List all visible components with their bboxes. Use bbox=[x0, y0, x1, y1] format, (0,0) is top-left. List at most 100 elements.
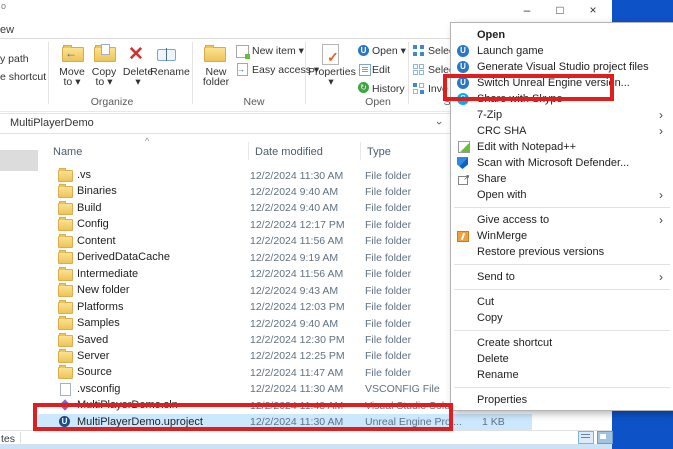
select-none-icon bbox=[413, 64, 424, 75]
menu-item-label: WinMerge bbox=[477, 230, 527, 242]
file-type: File folder bbox=[365, 219, 411, 231]
folder-icon bbox=[58, 186, 73, 198]
move-to-button[interactable]: ← bbox=[62, 47, 84, 62]
copy-to-label[interactable]: Copyto ▾ bbox=[88, 67, 120, 87]
menu-item-label: Share bbox=[477, 173, 506, 185]
history-button[interactable]: History bbox=[372, 83, 405, 95]
file-name: Samples bbox=[77, 317, 120, 329]
nav-pane-selected-item[interactable] bbox=[0, 150, 38, 171]
menu-item-open[interactable]: Open bbox=[451, 27, 673, 43]
menu-item-share[interactable]: Share bbox=[451, 171, 673, 187]
menu-item-edit-with-notepad[interactable]: Edit with Notepad++ bbox=[451, 139, 673, 155]
menu-separator bbox=[454, 207, 670, 208]
new-folder-icon[interactable] bbox=[204, 47, 226, 62]
menu-item-label: Edit with Notepad++ bbox=[477, 141, 576, 153]
new-folder-label[interactable]: Newfolder bbox=[196, 67, 236, 87]
close-button[interactable]: × bbox=[580, 0, 606, 20]
menu-item-launch-game[interactable]: ULaunch game bbox=[451, 43, 673, 59]
file-date-modified: 12/2/2024 9:19 AM bbox=[250, 252, 338, 264]
file-name: Server bbox=[77, 350, 109, 362]
file-type: File folder bbox=[365, 367, 411, 379]
annotation-box-uproject-row bbox=[33, 403, 453, 431]
select-all-icon bbox=[413, 45, 424, 56]
ribbon-group-divider bbox=[192, 42, 193, 104]
share-icon bbox=[458, 176, 468, 185]
menu-item-crc-sha[interactable]: CRC SHA› bbox=[451, 123, 673, 139]
file-date-modified: 12/2/2024 11:30 AM bbox=[250, 383, 343, 395]
properties-check-icon: ✓ bbox=[327, 49, 339, 66]
address-dropdown-chevron-icon[interactable]: › bbox=[433, 121, 445, 125]
menu-item-label: Open bbox=[477, 29, 505, 41]
copy-to-button[interactable] bbox=[94, 47, 116, 62]
file-date-modified: 12/2/2024 9:40 AM bbox=[250, 318, 338, 330]
taskbar-strip bbox=[0, 444, 612, 449]
folder-icon bbox=[58, 302, 73, 314]
menu-item-winmerge[interactable]: WinMerge bbox=[451, 228, 673, 244]
menu-item-generate-visual-studio-project-files[interactable]: UGenerate Visual Studio project files bbox=[451, 59, 673, 75]
column-divider[interactable] bbox=[248, 142, 249, 160]
menu-item-label: Generate Visual Studio project files bbox=[477, 61, 649, 73]
file-type: VSCONFIG File bbox=[365, 383, 440, 395]
column-header-date-modified[interactable]: Date modified bbox=[255, 146, 323, 158]
menu-item-send-to[interactable]: Send to › bbox=[451, 269, 673, 285]
file-name: Intermediate bbox=[77, 268, 138, 280]
menu-item-copy[interactable]: Copy bbox=[451, 310, 673, 326]
file-date-modified: 12/2/2024 9:40 AM bbox=[250, 186, 338, 198]
delete-icon[interactable]: ✕ bbox=[128, 45, 144, 64]
menu-item-delete[interactable]: Delete bbox=[451, 351, 673, 367]
paste-shortcut-button-fragment[interactable]: e shortcut bbox=[0, 71, 46, 83]
easy-access-icon bbox=[237, 63, 248, 76]
edit-icon bbox=[359, 64, 371, 76]
submenu-arrow-icon: › bbox=[659, 269, 663, 285]
menu-item-scan-with-microsoft-defender[interactable]: Scan with Microsoft Defender... bbox=[451, 155, 673, 171]
column-divider[interactable] bbox=[360, 142, 361, 160]
menu-separator bbox=[454, 264, 670, 265]
copy-path-button-fragment[interactable]: y path bbox=[0, 53, 29, 65]
properties-label[interactable]: Properties▾ bbox=[308, 67, 354, 87]
file-name: DerivedDataCache bbox=[77, 251, 170, 263]
move-to-label[interactable]: Moveto ▾ bbox=[54, 67, 90, 87]
file-type: File folder bbox=[365, 235, 411, 247]
new-item-button[interactable]: New item ▾ bbox=[252, 45, 304, 57]
menu-item-label: Send to bbox=[477, 271, 515, 283]
column-header-name[interactable]: Name bbox=[53, 146, 82, 158]
menu-item-properties[interactable]: Properties bbox=[451, 392, 673, 408]
file-type: File folder bbox=[365, 285, 411, 297]
status-bar-divider bbox=[20, 432, 21, 443]
file-date-modified: 12/2/2024 11:56 AM bbox=[250, 268, 343, 280]
edit-button[interactable]: Edit bbox=[372, 64, 390, 76]
tab-view-fragment[interactable]: ew bbox=[0, 24, 14, 36]
file-type: File folder bbox=[365, 202, 411, 214]
address-bar[interactable]: MultiPlayerDemo bbox=[10, 117, 94, 129]
menu-separator bbox=[454, 330, 670, 331]
ribbon-group-divider bbox=[48, 42, 49, 104]
open-button[interactable]: Open ▾ bbox=[372, 45, 406, 57]
column-header-type[interactable]: Type bbox=[367, 146, 391, 158]
menu-item-rename[interactable]: Rename bbox=[451, 367, 673, 383]
open-group-label: Open bbox=[358, 96, 398, 108]
maximize-button[interactable]: □ bbox=[547, 0, 573, 20]
menu-item-label: 7-Zip bbox=[477, 109, 502, 121]
file-name: Saved bbox=[77, 334, 108, 346]
unreal-icon: U bbox=[457, 45, 469, 57]
file-type: File folder bbox=[365, 350, 411, 362]
minimize-button[interactable]: – bbox=[514, 0, 540, 20]
menu-item-7-zip[interactable]: 7-Zip › bbox=[451, 107, 673, 123]
file-date-modified: 12/2/2024 12:30 PM bbox=[250, 334, 345, 346]
menu-item-give-access-to[interactable]: Give access to› bbox=[451, 212, 673, 228]
folder-icon bbox=[58, 367, 73, 379]
file-type: File folder bbox=[365, 186, 411, 198]
menu-item-create-shortcut[interactable]: Create shortcut bbox=[451, 335, 673, 351]
menu-item-label: Create shortcut bbox=[477, 337, 552, 349]
menu-item-cut[interactable]: Cut bbox=[451, 294, 673, 310]
menu-item-open-with[interactable]: Open with› bbox=[451, 187, 673, 203]
file-name: .vs bbox=[77, 169, 91, 181]
rename-label[interactable]: Rename bbox=[150, 67, 190, 77]
submenu-arrow-icon: › bbox=[659, 107, 663, 123]
folder-icon bbox=[58, 219, 73, 231]
menu-item-restore-previous-versions[interactable]: Restore previous versions bbox=[451, 244, 673, 260]
rename-icon[interactable] bbox=[157, 49, 176, 61]
large-icons-view-button[interactable] bbox=[597, 431, 613, 444]
details-view-button[interactable] bbox=[578, 431, 594, 444]
folder-icon bbox=[58, 351, 73, 363]
